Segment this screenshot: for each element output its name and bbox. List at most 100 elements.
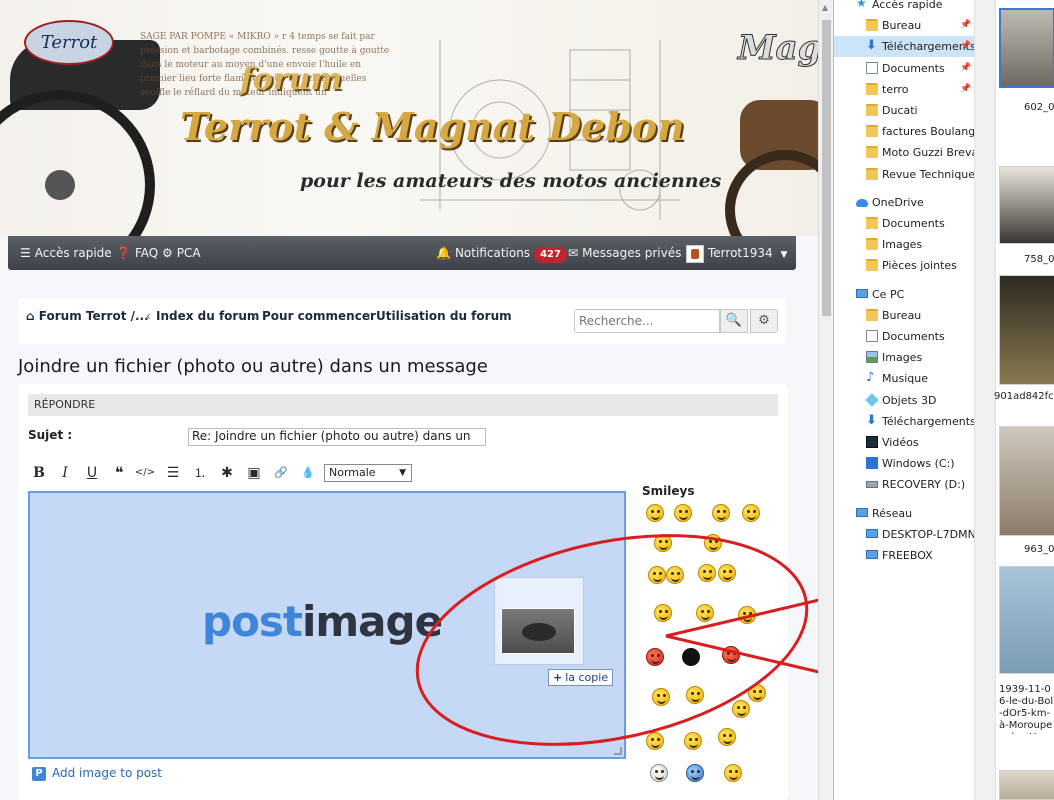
quote-button[interactable]: ❝ [108,462,130,484]
private-messages-link[interactable]: ✉ Messages privés [568,236,681,270]
message-textarea[interactable]: postimage + la copie [28,491,626,759]
notifications-link[interactable]: 🔔 Notifications 427 [436,236,567,270]
nav-item[interactable]: Vidéos [834,432,974,453]
nav-item[interactable]: Windows (C:) [834,453,974,474]
smiley-icon[interactable] [718,564,736,582]
explorer-pane-divider[interactable] [974,0,996,800]
nav-item[interactable]: Documents 📌 [834,58,974,79]
smiley-icon[interactable] [646,504,664,522]
pca-link[interactable]: ⚙ PCA [162,236,201,270]
underline-button[interactable]: U [81,462,103,484]
smiley-icon[interactable] [646,648,664,666]
smiley-icon[interactable] [724,764,742,782]
nav-item[interactable]: terro 📌 [834,79,974,100]
pin-icon[interactable]: 📌 [960,58,971,79]
smiley-icon[interactable] [646,732,664,750]
devil-smiley-icon[interactable] [722,646,740,664]
nav-item[interactable]: Revue Technique M [834,164,974,185]
nav-item[interactable]: OneDrive [834,192,974,213]
nav-item[interactable]: FREEBOX [834,545,974,566]
folder-icon [866,82,878,95]
angel-smiley-icon[interactable] [650,764,668,782]
dragged-file-ghost[interactable] [494,577,584,665]
smiley-icon[interactable] [648,566,666,584]
quick-access-menu[interactable]: ☰ Accès rapide [20,236,112,270]
chevron-left-icon: ‹ [366,309,371,323]
file-thumbnail [999,275,1054,385]
smiley-icon[interactable] [704,534,722,552]
italic-button[interactable]: I [54,462,76,484]
smiley-icon[interactable] [718,728,736,746]
nav-item[interactable]: Documents [834,213,974,234]
nav-item[interactable]: Réseau [834,503,974,524]
nav-item[interactable]: DESKTOP-L7DMN2( [834,524,974,545]
pin-icon[interactable]: 📌 [960,36,971,57]
numbered-list-button[interactable]: ⒈ [189,462,211,484]
smiley-icon[interactable] [684,732,702,750]
nav-item[interactable]: ⬇ Téléchargements [834,411,974,432]
nav-item[interactable]: Ce PC [834,284,974,305]
breadcrumb-item[interactable]: Pour commencer [262,309,376,323]
breadcrumb-item[interactable]: Utilisation du forum [376,309,512,323]
hamburger-icon: ☰ [20,246,31,260]
smiley-icon[interactable] [712,504,730,522]
forum-banner[interactable]: SAGE PAR POMPE « MIKRO » r 4 temps se fa… [0,0,818,236]
nav-item[interactable]: factures Boulanger [834,121,974,142]
list-button[interactable]: ☰ [162,462,184,484]
nav-item[interactable]: Objets 3D [834,390,974,411]
smiley-icon[interactable] [652,688,670,706]
smiley-icon[interactable] [686,686,704,704]
bomb-icon[interactable] [682,648,700,666]
faq-link[interactable]: ❓ FAQ [116,236,158,270]
nav-item[interactable]: Documents [834,326,974,347]
nav-item[interactable]: Ducati [834,100,974,121]
scroll-up-icon[interactable]: ▲ [822,3,828,12]
nav-item-label: Documents [882,61,945,75]
nav-item[interactable]: Images [834,234,974,255]
browser-scrollbar[interactable]: ▲ [818,0,833,800]
image-button[interactable]: ▣ [243,462,265,484]
code-button[interactable]: </> [134,462,156,484]
nav-item[interactable]: ★ Accès rapide [834,0,974,15]
search-input[interactable] [574,309,720,333]
nav-item[interactable]: Images [834,347,974,368]
smiley-icon[interactable] [748,684,766,702]
font-size-select[interactable]: Normale ▼ [324,464,412,482]
nav-item[interactable]: Bureau [834,305,974,326]
list-item-button[interactable]: ✱ [216,462,238,484]
font-size-value: Normale [329,466,376,479]
nav-item-label: Ducati [882,104,918,117]
nav-item[interactable]: Moto Guzzi Breva [834,142,974,163]
subject-input[interactable]: Re: Joindre un fichier (photo ou autre) … [188,428,486,446]
nav-item[interactable]: Bureau 📌 [834,15,974,36]
pin-icon[interactable]: 📌 [960,15,971,36]
scrollbar-thumb[interactable] [822,20,831,316]
smiley-icon[interactable] [698,564,716,582]
breadcrumb-item[interactable]: Index du forum [156,309,259,323]
smiley-icon[interactable] [666,566,684,584]
user-menu[interactable]: Terrot1934 ▼ [686,236,791,270]
advanced-search-button[interactable]: ⚙ [750,309,778,333]
resize-handle[interactable] [614,747,622,755]
search-button[interactable]: 🔍 [720,309,748,333]
smiley-icon[interactable] [738,606,756,624]
smiley-icon[interactable] [674,504,692,522]
nav-item[interactable]: RECOVERY (D:) [834,474,974,495]
breadcrumb-home[interactable]: ⌂ Forum Terrot /... [26,309,149,323]
nav-item[interactable]: ⬇ Téléchargements 📌 [834,36,974,58]
color-button[interactable]: 💧 [297,462,319,484]
add-image-to-post-link[interactable]: P Add image to post [32,766,162,781]
forum-navbar: ☰ Accès rapide ❓ FAQ ⚙ PCA 🔔 Notifications 42… [8,236,796,270]
page-title[interactable]: Joindre un fichier (photo ou autre) dans… [18,356,488,377]
smiley-icon[interactable] [732,700,750,718]
nav-item[interactable]: Pièces jointes [834,255,974,276]
smiley-icon[interactable] [696,604,714,622]
bold-button[interactable]: B [28,462,50,484]
smiley-icon[interactable] [654,534,672,552]
pin-icon[interactable]: 📌 [960,79,971,100]
nav-item[interactable]: ♪ Musique [834,368,974,389]
smiley-icon[interactable] [686,764,704,782]
smiley-icon[interactable] [654,604,672,622]
smiley-icon[interactable] [742,504,760,522]
link-button[interactable]: 🔗 [270,462,292,484]
